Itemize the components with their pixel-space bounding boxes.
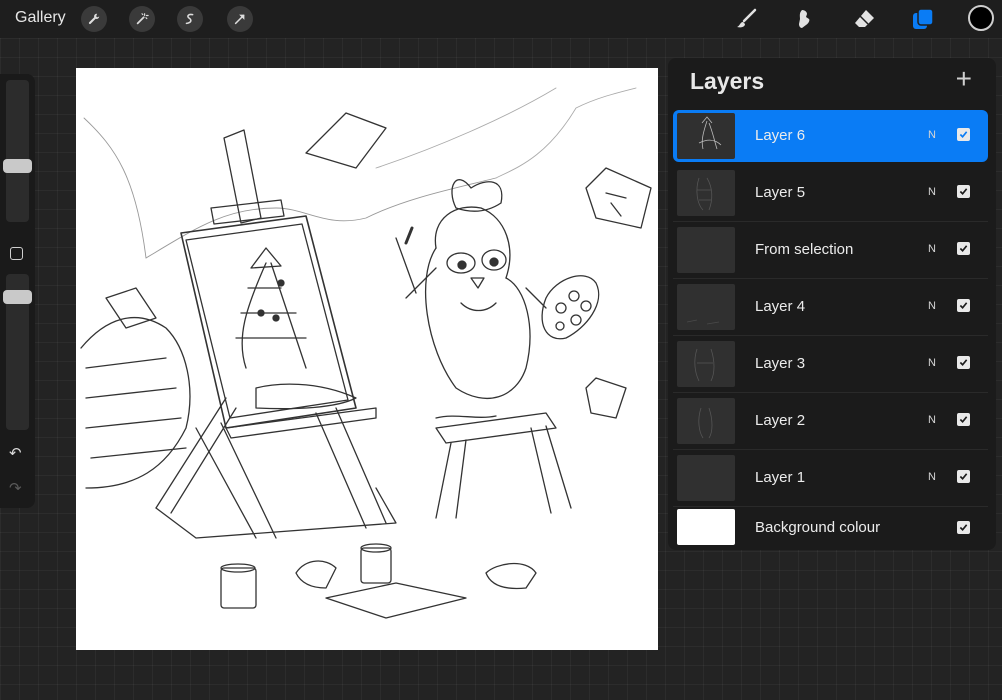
visibility-checkbox[interactable]	[957, 413, 970, 426]
layer-name: Layer 2	[755, 412, 806, 429]
layer-row-layer-2[interactable]: Layer 2 N	[673, 395, 988, 450]
layer-row-from-selection[interactable]: From selection N	[673, 224, 988, 279]
layers-panel: Layers + Layer 6 N Layer 5 N From select…	[668, 58, 996, 550]
layers-title: Layers	[690, 68, 765, 94]
penguin-sketch-illustration	[80, 87, 652, 619]
smudge-icon[interactable]	[791, 5, 819, 33]
visibility-checkbox[interactable]	[957, 356, 970, 369]
brush-size-slider[interactable]	[6, 80, 29, 222]
transform-arrow-icon[interactable]	[227, 6, 253, 32]
layer-row-layer-6[interactable]: Layer 6 N	[673, 110, 988, 162]
layer-row-layer-1[interactable]: Layer 1 N	[673, 452, 988, 507]
layer-name: Layer 6	[755, 127, 806, 144]
row-divider	[673, 335, 988, 336]
layer-row-background-colour[interactable]: Background colour	[673, 509, 988, 545]
check-icon	[959, 302, 968, 309]
undo-icon[interactable]: ↶	[9, 444, 22, 462]
blend-mode-button[interactable]: N	[928, 357, 936, 369]
check-icon	[959, 131, 968, 138]
layer-name: Layer 1	[755, 469, 806, 486]
check-icon	[959, 524, 968, 531]
layer-thumbnail	[677, 113, 735, 159]
layer-thumbnail	[677, 398, 735, 444]
brush-size-handle[interactable]	[3, 159, 32, 173]
layer-thumbnail	[677, 170, 735, 216]
drawing-canvas[interactable]	[76, 68, 658, 650]
check-icon	[959, 473, 968, 480]
selection-icon[interactable]	[177, 6, 203, 32]
eraser-icon[interactable]	[850, 5, 878, 33]
visibility-checkbox[interactable]	[957, 521, 970, 534]
check-icon	[959, 188, 968, 195]
check-icon	[959, 416, 968, 423]
magic-wand-icon[interactable]	[129, 6, 155, 32]
layer-name: Layer 5	[755, 184, 806, 201]
layer-row-layer-4[interactable]: Layer 4 N	[673, 281, 988, 336]
add-layer-button[interactable]: +	[956, 65, 972, 93]
wrench-icon[interactable]	[81, 6, 107, 32]
layer-row-layer-5[interactable]: Layer 5 N	[673, 167, 988, 222]
layer-thumbnail	[677, 284, 735, 330]
visibility-checkbox[interactable]	[957, 242, 970, 255]
visibility-checkbox[interactable]	[957, 299, 970, 312]
background-colour-swatch[interactable]	[677, 509, 735, 545]
blend-mode-button[interactable]: N	[928, 129, 936, 141]
visibility-checkbox[interactable]	[957, 128, 970, 141]
gallery-button[interactable]: Gallery	[15, 9, 66, 27]
opacity-handle[interactable]	[3, 290, 32, 304]
row-divider	[673, 449, 988, 450]
visibility-checkbox[interactable]	[957, 470, 970, 483]
row-divider	[673, 392, 988, 393]
blend-mode-button[interactable]: N	[928, 243, 936, 255]
layer-row-layer-3[interactable]: Layer 3 N	[673, 338, 988, 393]
row-divider	[673, 506, 988, 507]
layer-thumbnail	[677, 455, 735, 501]
top-toolbar: Gallery	[0, 0, 1002, 38]
blend-mode-button[interactable]: N	[928, 471, 936, 483]
blend-mode-button[interactable]: N	[928, 186, 936, 198]
check-icon	[959, 245, 968, 252]
row-divider	[673, 221, 988, 222]
layer-name: Layer 3	[755, 355, 806, 372]
blend-mode-button[interactable]: N	[928, 300, 936, 312]
check-icon	[959, 359, 968, 366]
redo-icon[interactable]: ↷	[9, 479, 22, 497]
row-divider	[673, 278, 988, 279]
layer-name: Layer 4	[755, 298, 806, 315]
layer-thumbnail	[677, 227, 735, 273]
modify-button[interactable]	[10, 247, 23, 260]
layer-name: From selection	[755, 241, 854, 258]
layer-name: Background colour	[755, 519, 881, 536]
brush-icon[interactable]	[732, 5, 760, 33]
layer-thumbnail	[677, 341, 735, 387]
blend-mode-button[interactable]: N	[928, 414, 936, 426]
visibility-checkbox[interactable]	[957, 185, 970, 198]
color-picker-button[interactable]	[968, 5, 994, 31]
layers-icon[interactable]	[909, 5, 937, 33]
left-sidebar: ↶ ↷	[0, 74, 35, 508]
